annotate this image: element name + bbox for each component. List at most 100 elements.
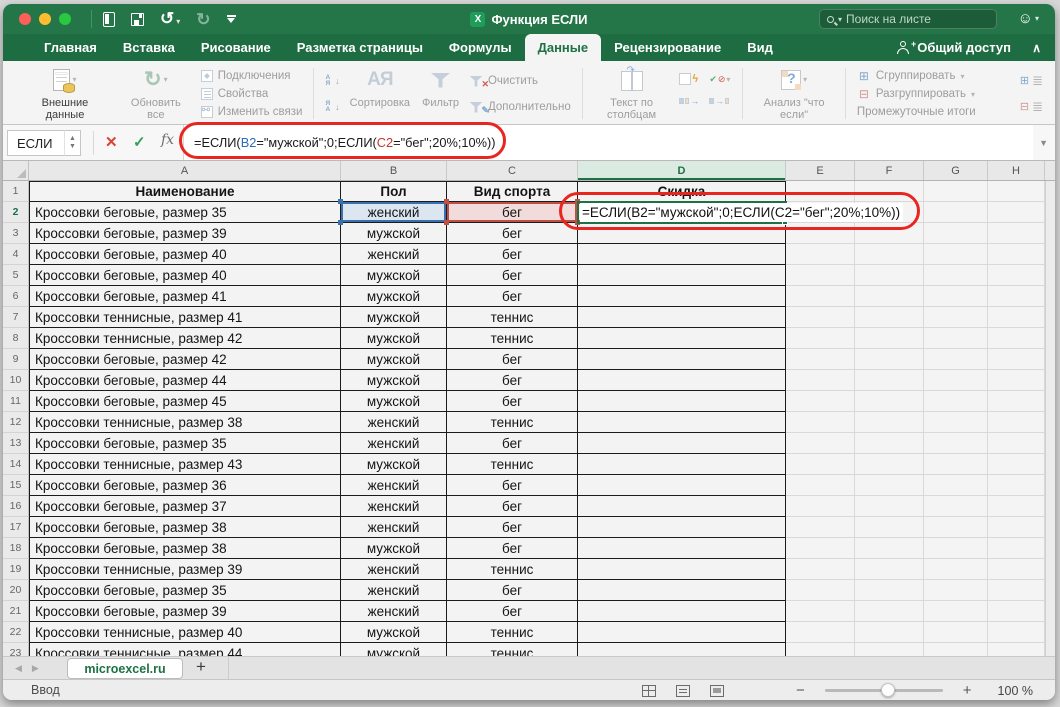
cell-E5[interactable] [786, 265, 855, 286]
cell-B20[interactable]: женский [341, 580, 447, 601]
cell-H11[interactable] [988, 391, 1045, 412]
cell-G4[interactable] [924, 244, 988, 265]
cell-F14[interactable] [855, 454, 924, 475]
cell-F17[interactable] [855, 517, 924, 538]
expand-formula-bar-button[interactable]: ▼ [1039, 138, 1048, 148]
cell-H15[interactable] [988, 475, 1045, 496]
column-header-D[interactable]: D [578, 161, 786, 180]
cell-F8[interactable] [855, 328, 924, 349]
cell-D12[interactable] [578, 412, 786, 433]
cell-B21[interactable]: женский [341, 601, 447, 622]
ungroup-button[interactable]: ⊟Разгруппировать▾ [857, 86, 1016, 102]
cell-G21[interactable] [924, 601, 988, 622]
select-all-corner[interactable] [3, 161, 29, 180]
cell-A4[interactable]: Кроссовки беговые, размер 40 [29, 244, 341, 265]
cell-E23[interactable] [786, 643, 855, 656]
cell-E20[interactable] [786, 580, 855, 601]
cell-G5[interactable] [924, 265, 988, 286]
column-header-A[interactable]: A [29, 161, 341, 180]
cell-G13[interactable] [924, 433, 988, 454]
cell-C16[interactable]: бег [447, 496, 578, 517]
cell-D1[interactable]: Скидка [578, 181, 786, 202]
row-header-13[interactable]: 13 [3, 433, 29, 454]
text-to-columns-button[interactable]: ↷ Текст по столбцам [596, 66, 668, 121]
cell-E15[interactable] [786, 475, 855, 496]
zoom-in-button[interactable]: + [963, 682, 972, 699]
cell-A2[interactable]: Кроссовки беговые, размер 35 [29, 202, 341, 223]
tab-Вставка[interactable]: Вставка [110, 34, 188, 61]
cell-F20[interactable] [855, 580, 924, 601]
cell-E7[interactable] [786, 307, 855, 328]
cell-D19[interactable] [578, 559, 786, 580]
save-icon[interactable] [131, 13, 144, 26]
range-handle[interactable] [444, 220, 449, 225]
cell-F22[interactable] [855, 622, 924, 643]
cell-B19[interactable]: женский [341, 559, 447, 580]
range-handle[interactable] [444, 199, 449, 204]
cell-H18[interactable] [988, 538, 1045, 559]
range-handle[interactable] [338, 220, 343, 225]
external-data-button[interactable]: ▾ Внешние данные [21, 66, 109, 121]
cell-E9[interactable] [786, 349, 855, 370]
cell-D5[interactable] [578, 265, 786, 286]
cell-A16[interactable]: Кроссовки беговые, размер 37 [29, 496, 341, 517]
cell-F16[interactable] [855, 496, 924, 517]
cell-F15[interactable] [855, 475, 924, 496]
cell-C3[interactable]: бег [447, 223, 578, 244]
close-window-button[interactable] [19, 13, 31, 25]
cell-B14[interactable]: мужской [341, 454, 447, 475]
cell-C5[interactable]: бег [447, 265, 578, 286]
tab-Главная[interactable]: Главная [31, 34, 110, 61]
cell-C8[interactable]: теннис [447, 328, 578, 349]
cell-A6[interactable]: Кроссовки беговые, размер 41 [29, 286, 341, 307]
cell-E13[interactable] [786, 433, 855, 454]
cell-A14[interactable]: Кроссовки теннисные, размер 43 [29, 454, 341, 475]
search-scope-caret[interactable]: ▾ [838, 15, 842, 24]
cell-G10[interactable] [924, 370, 988, 391]
row-header-4[interactable]: 4 [3, 244, 29, 265]
cell-F11[interactable] [855, 391, 924, 412]
cell-E8[interactable] [786, 328, 855, 349]
filter-button[interactable]: Фильтр [422, 66, 459, 121]
cell-F10[interactable] [855, 370, 924, 391]
cell-B16[interactable]: женский [341, 496, 447, 517]
cell-H22[interactable] [988, 622, 1045, 643]
refresh-all-button[interactable]: ↻▾ Обновить все [121, 66, 191, 121]
cell-C9[interactable]: бег [447, 349, 578, 370]
tab-Рисование[interactable]: Рисование [188, 34, 284, 61]
cell-E3[interactable] [786, 223, 855, 244]
cell-E1[interactable] [786, 181, 855, 202]
cell-A5[interactable]: Кроссовки беговые, размер 40 [29, 265, 341, 286]
cell-H16[interactable] [988, 496, 1045, 517]
cell-C1[interactable]: Вид спорта [447, 181, 578, 202]
cell-C20[interactable]: бег [447, 580, 578, 601]
cell-B2[interactable]: женский [341, 202, 447, 223]
cell-E18[interactable] [786, 538, 855, 559]
cell-B17[interactable]: женский [341, 517, 447, 538]
cell-D23[interactable] [578, 643, 786, 656]
zoom-slider[interactable] [825, 689, 943, 692]
sheet-nav-arrows[interactable]: ◀▶ [15, 663, 49, 674]
row-header-8[interactable]: 8 [3, 328, 29, 349]
cell-C23[interactable]: теннис [447, 643, 578, 656]
subtotal-button[interactable]: ▤Промежуточные итоги [857, 104, 1016, 120]
cell-D14[interactable] [578, 454, 786, 475]
cell-C15[interactable]: бег [447, 475, 578, 496]
cell-B7[interactable]: мужской [341, 307, 447, 328]
cell-C14[interactable]: теннис [447, 454, 578, 475]
cell-C17[interactable]: бег [447, 517, 578, 538]
cell-F1[interactable] [855, 181, 924, 202]
cell-D8[interactable] [578, 328, 786, 349]
what-if-analysis-button[interactable]: ?▾ Анализ "что если" [756, 66, 832, 121]
cell-E17[interactable] [786, 517, 855, 538]
cell-H8[interactable] [988, 328, 1045, 349]
cell-G23[interactable] [924, 643, 988, 656]
consolidate-button[interactable]: → [679, 92, 699, 110]
cell-B4[interactable]: женский [341, 244, 447, 265]
cell-A21[interactable]: Кроссовки беговые, размер 39 [29, 601, 341, 622]
column-header-E[interactable]: E [786, 161, 855, 180]
cell-C12[interactable]: теннис [447, 412, 578, 433]
cell-A19[interactable]: Кроссовки теннисные, размер 39 [29, 559, 341, 580]
cell-B12[interactable]: женский [341, 412, 447, 433]
cell-G12[interactable] [924, 412, 988, 433]
